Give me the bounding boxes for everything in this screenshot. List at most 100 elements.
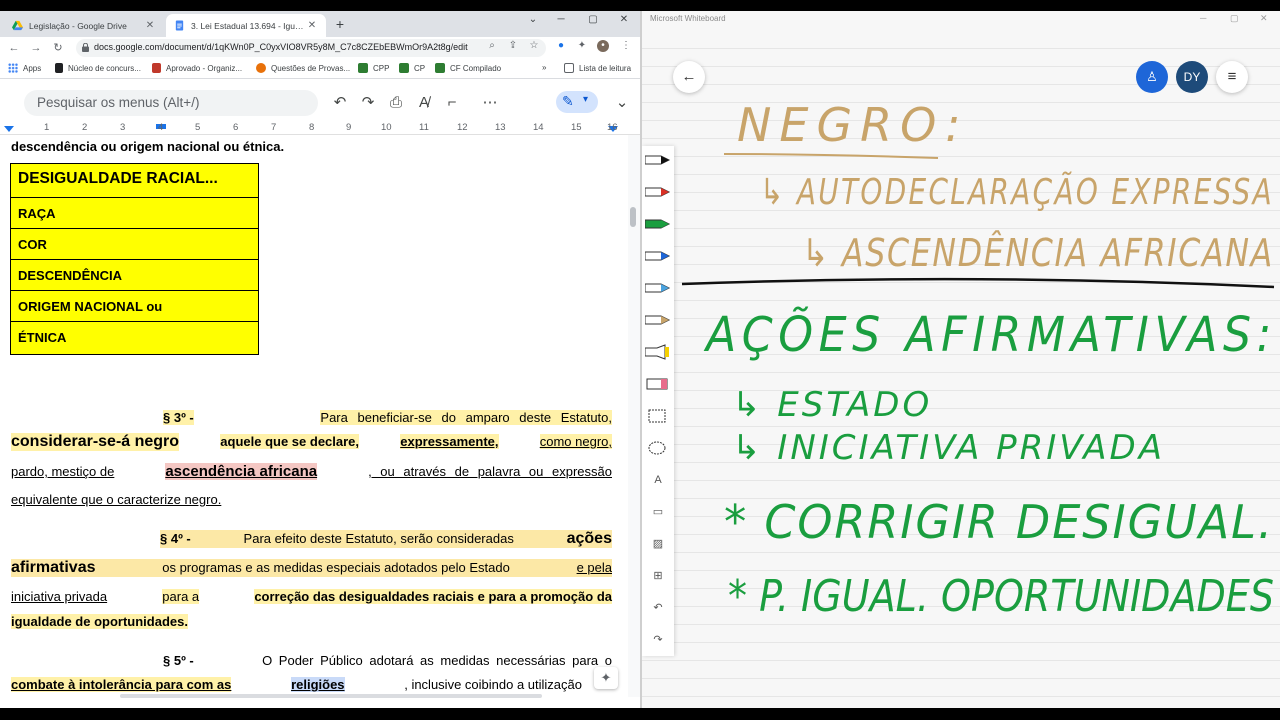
profile-avatar-icon[interactable]: • bbox=[597, 40, 609, 52]
ruler[interactable]: 1 2 3 4 5 6 7 8 9 10 11 12 13 14 15 16 bbox=[0, 121, 640, 135]
text-run: correção das desigualdades raciais e par… bbox=[254, 589, 612, 604]
ruler-number: 9 bbox=[346, 122, 352, 133]
ink-autodeclaracao: ↳ AUTODECLARAÇÃO EXPRESSA bbox=[760, 171, 1274, 213]
reload-icon[interactable]: ↻ bbox=[50, 40, 66, 56]
table-cell: ÉTNICA bbox=[11, 321, 258, 354]
reading-list-icon bbox=[564, 63, 574, 73]
bookmark-cpp[interactable]: CPP bbox=[358, 63, 389, 73]
section-marker: § 5º - bbox=[163, 653, 194, 668]
text-run: e pela bbox=[576, 560, 612, 575]
ink-underline bbox=[723, 153, 939, 159]
menu-search-input[interactable]: Pesquisar os menus (Alt+/) bbox=[24, 90, 318, 116]
folder-icon bbox=[399, 63, 409, 73]
more-options-icon[interactable]: ⋯ bbox=[481, 94, 499, 112]
bookmark-label: Aprovado - Organiz... bbox=[166, 63, 243, 73]
bookmark-star-icon[interactable]: ☆ bbox=[528, 40, 540, 52]
ink-ascendencia: ↳ ASCENDÊNCIA AFRICANA bbox=[802, 231, 1274, 275]
editing-mode-button[interactable]: ✎ ▾ bbox=[556, 91, 598, 113]
section-marker: § 4º - bbox=[160, 531, 191, 546]
browser-toolbar: ← → ↻ docs.google.com/document/d/1qKWn0P… bbox=[0, 37, 640, 59]
minimize-icon[interactable]: ─ bbox=[550, 13, 572, 27]
reading-list-label: Lista de leitura bbox=[579, 63, 632, 73]
ruler-number: 15 bbox=[571, 122, 582, 133]
ruler-number: 3 bbox=[120, 122, 126, 133]
tab-google-drive[interactable]: Legislação - Google Drive ✕ bbox=[4, 14, 164, 37]
horizontal-scrollbar[interactable] bbox=[120, 694, 542, 698]
bookmark-label: Apps bbox=[23, 63, 42, 73]
table-cell: RAÇA bbox=[11, 197, 258, 228]
chevron-down-icon: ▾ bbox=[583, 94, 589, 105]
ink-divider-line bbox=[681, 277, 1275, 289]
tab-strip: Legislação - Google Drive ✕ 3. Lei Estad… bbox=[0, 11, 640, 37]
kebab-menu-icon[interactable]: ⋮ bbox=[620, 40, 632, 52]
redo-icon[interactable]: ↷ bbox=[359, 94, 377, 112]
pencil-icon: ✎ bbox=[562, 93, 574, 109]
bookmark-icon bbox=[55, 63, 63, 73]
text-run: expressamente, bbox=[400, 434, 499, 449]
ruler-number: 11 bbox=[419, 122, 429, 133]
collapse-chevron-icon[interactable]: ⌄ bbox=[613, 94, 631, 112]
paragraph-3-line-2: considerar-se-á negro aquele que se decl… bbox=[11, 433, 612, 451]
bookmark-label: CF Compilado bbox=[450, 63, 502, 73]
text-run: , ou através de palavra ou expressão bbox=[368, 464, 612, 479]
bookmark-icon bbox=[256, 63, 266, 73]
text-run: , inclusive coibindo a utilização bbox=[404, 677, 582, 692]
bookmark-cp[interactable]: CP bbox=[399, 63, 425, 73]
close-icon[interactable]: ✕ bbox=[306, 20, 318, 31]
explore-sparkle-icon[interactable]: ✦ bbox=[594, 667, 618, 689]
extension-drop-icon[interactable]: ● bbox=[555, 40, 567, 52]
reading-list[interactable]: Lista de leitura bbox=[564, 63, 631, 73]
bookmark-questoes[interactable]: Questões de Provas... bbox=[256, 63, 350, 73]
paragraph-4-line-2: afirmativas os programas e as medidas es… bbox=[11, 559, 612, 577]
print-icon[interactable]: ⎙ bbox=[387, 94, 405, 112]
zoom-search-icon[interactable]: ⌕ bbox=[486, 40, 498, 52]
text-run: ascendência africana bbox=[165, 463, 318, 480]
screen: Legislação - Google Drive ✕ 3. Lei Estad… bbox=[0, 0, 1280, 720]
tab-google-docs[interactable]: 3. Lei Estadual 13.694 - Igualdade ✕ bbox=[166, 14, 326, 37]
scrollbar-thumb[interactable] bbox=[630, 207, 636, 227]
bookmark-label: Núcleo de concurs... bbox=[68, 63, 141, 73]
text-run: como negro, bbox=[539, 434, 612, 449]
ink-tan-group: NEGRO: ↳ AUTODECLARAÇÃO EXPRESSA ↳ ASCEN… bbox=[737, 98, 1274, 275]
paragraph-3-line-3: pardo, mestiço de ascendência africana ,… bbox=[11, 463, 612, 480]
text-run: igualdade de oportunidades. bbox=[11, 614, 188, 629]
paragraph-5-line-1: § 5º - O Poder Público adotará as medida… bbox=[163, 653, 612, 668]
ruler-number: 14 bbox=[533, 122, 544, 133]
spellcheck-icon[interactable]: A̸ bbox=[415, 94, 433, 112]
undo-icon[interactable]: ↶ bbox=[331, 94, 349, 112]
bookmark-apps[interactable]: Apps bbox=[8, 63, 41, 73]
paragraph-4-line-3: iniciativa privada para a correção das d… bbox=[11, 589, 612, 604]
text-run: considerar-se-á negro bbox=[11, 433, 180, 451]
maximize-icon[interactable]: ▢ bbox=[582, 13, 604, 27]
new-tab-plus-icon[interactable]: + bbox=[332, 16, 348, 32]
close-window-icon[interactable]: ✕ bbox=[613, 13, 635, 27]
folder-icon bbox=[435, 63, 445, 73]
address-bar[interactable]: docs.google.com/document/d/1qKWn0P_C0yxV… bbox=[76, 39, 546, 57]
extensions-puzzle-icon[interactable]: ✦ bbox=[576, 40, 588, 52]
vertical-scrollbar[interactable] bbox=[628, 135, 640, 697]
paragraph-5-line-2: combate à intolerância para com as relig… bbox=[11, 677, 582, 692]
url-text: docs.google.com/document/d/1qKWn0P_C0yxV… bbox=[94, 42, 468, 52]
more-bookmarks-chevron-icon[interactable]: » bbox=[542, 63, 546, 72]
ruler-number: 4 bbox=[158, 122, 164, 133]
tab-search-chevron-icon[interactable]: ⌄ bbox=[522, 13, 544, 27]
ink-canvas[interactable]: NEGRO: ↳ AUTODECLARAÇÃO EXPRESSA ↳ ASCEN… bbox=[642, 11, 1280, 708]
table-cell: DESCENDÊNCIA bbox=[11, 259, 258, 290]
racial-inequality-table: DESIGUALDADE RACIAL... RAÇA COR DESCENDÊ… bbox=[10, 163, 259, 355]
bookmark-cf-compilado[interactable]: CF Compilado bbox=[435, 63, 501, 73]
text-run: iniciativa privada bbox=[11, 589, 108, 604]
bookmark-aprovado[interactable]: Aprovado - Organiz... bbox=[152, 63, 242, 73]
close-icon[interactable]: ✕ bbox=[144, 20, 156, 31]
ruler-number: 7 bbox=[271, 122, 277, 133]
back-arrow-icon[interactable]: ← bbox=[6, 40, 22, 56]
bookmark-nucleo[interactable]: Núcleo de concurs... bbox=[55, 63, 141, 73]
ink-acoes: AÇÕES AFIRMATIVAS: bbox=[703, 306, 1277, 363]
share-icon[interactable]: ⇪ bbox=[507, 40, 519, 52]
text-run: ações bbox=[566, 530, 612, 547]
paint-format-icon[interactable]: ⌐ bbox=[443, 94, 461, 112]
lock-icon bbox=[82, 43, 89, 52]
forward-arrow-icon[interactable]: → bbox=[28, 40, 44, 56]
left-indent-marker-icon[interactable] bbox=[4, 126, 14, 133]
document-page[interactable]: descendência ou origem nacional ou étnic… bbox=[0, 135, 628, 697]
ruler-number: 5 bbox=[195, 122, 201, 133]
